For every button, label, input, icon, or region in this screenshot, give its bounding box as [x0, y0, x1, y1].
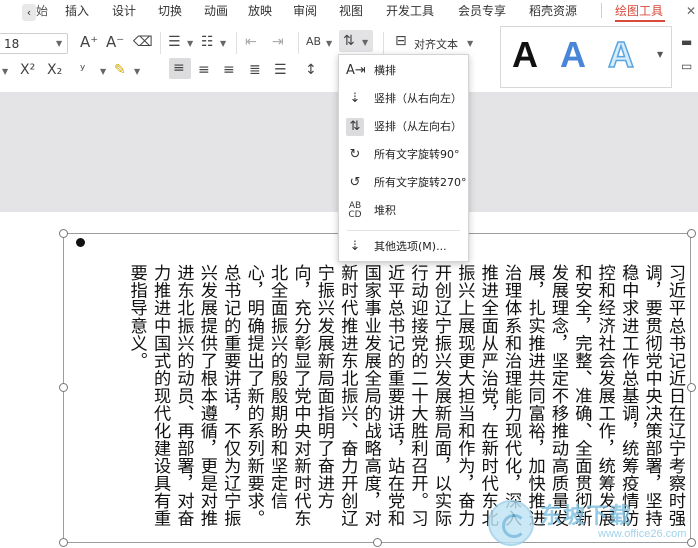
increase-indent-icon[interactable]: ⇥	[272, 34, 284, 50]
chevron-down-icon[interactable]: ▼	[187, 39, 193, 48]
text-direction-icon: ⇅	[343, 33, 355, 49]
resize-handle[interactable]	[687, 383, 696, 392]
menu-item-label: 堆积	[374, 204, 396, 217]
ribbon-divider	[236, 32, 237, 54]
more-options-icon: ⇣	[349, 239, 361, 254]
phonetic-guide-icon[interactable]: ʸ	[80, 62, 85, 78]
chevron-down-icon[interactable]: ▼	[2, 67, 8, 76]
numbered-list-icon[interactable]: ☷	[201, 34, 214, 50]
bullet-dot	[76, 238, 85, 247]
superscript-icon[interactable]: X²	[20, 62, 35, 78]
resize-handle[interactable]	[59, 538, 68, 547]
tab-view[interactable]: 视图	[339, 2, 363, 20]
tab-docer-resources[interactable]: 稻壳资源	[529, 2, 577, 20]
align-text-label[interactable]: 对齐文本	[414, 36, 458, 52]
ribbon-divider	[160, 32, 161, 54]
tab-transitions[interactable]: 切换	[158, 2, 182, 20]
resize-handle[interactable]	[59, 383, 68, 392]
text-outline-icon[interactable]: ▭	[681, 58, 692, 74]
horizontal-text-icon: A⇥	[346, 63, 366, 78]
watermark-url: www.office26.com	[598, 528, 687, 540]
menu-item-label: 其他选项(M)...	[374, 240, 447, 253]
ribbon-divider	[298, 32, 299, 54]
text-spacing-icon[interactable]: AB	[306, 34, 321, 50]
menu-item-stacked[interactable]: AB CD 堆积	[339, 197, 468, 225]
bullet-list-icon[interactable]: ☰	[168, 34, 181, 50]
resize-handle[interactable]	[687, 229, 696, 238]
watermark-logo-icon	[488, 500, 534, 546]
highlight-color-icon[interactable]: ✎	[114, 62, 126, 78]
decrease-indent-icon[interactable]: ⇤	[245, 34, 257, 50]
menu-item-label: 所有文字旋转270°	[374, 176, 467, 189]
text-style-sample-blue[interactable]: A	[560, 33, 586, 77]
menu-item-label: 竖排（从右向左）	[374, 92, 462, 105]
increase-font-size-icon[interactable]: A⁺	[80, 34, 98, 50]
tab-member[interactable]: 会员专享	[458, 2, 506, 20]
font-size-input[interactable]	[4, 35, 48, 53]
resize-handle[interactable]	[373, 538, 382, 547]
menu-item-horizontal[interactable]: A⇥ 横排	[339, 57, 468, 85]
chevron-down-icon[interactable]: ▼	[100, 67, 106, 76]
tab-review[interactable]: 审阅	[293, 2, 317, 20]
menu-item-rotate-270[interactable]: ↺ 所有文字旋转270°	[339, 169, 468, 197]
text-fill-icon[interactable]: ▬	[681, 34, 692, 50]
menu-item-rotate-90[interactable]: ↻ 所有文字旋转90°	[339, 141, 468, 169]
tab-animation[interactable]: 动画	[204, 2, 228, 20]
tab-design[interactable]: 设计	[112, 2, 136, 20]
text-style-sample-black[interactable]: A	[512, 33, 538, 77]
tab-divider	[601, 3, 602, 18]
rotate-90-text-icon: ↻	[349, 147, 361, 162]
align-center-icon[interactable]: ≡	[198, 62, 210, 78]
stacked-text-icon: AB CD	[348, 201, 362, 220]
tab-insert[interactable]: 插入	[65, 2, 89, 20]
tab-drawing-tools[interactable]: 绘图工具	[615, 2, 663, 20]
vertical-ltr-text-icon: ⇅	[346, 118, 364, 136]
line-spacing-icon[interactable]: ↕	[305, 62, 317, 78]
decrease-font-size-icon[interactable]: A⁻	[106, 34, 124, 50]
body-text: 习近平总书记近日在辽宁考察时强调，要贯彻党中央决策部署，坚持稳中求进工作总基调，…	[126, 264, 685, 528]
watermark-title: 东坡下载	[540, 504, 633, 529]
chevron-down-icon[interactable]: ▼	[56, 39, 62, 48]
menu-item-vertical-rtl[interactable]: ⇣ 竖排（从右向左）	[339, 85, 468, 113]
menu-item-label: 横排	[374, 64, 396, 77]
menu-divider	[347, 230, 460, 231]
clear-format-icon[interactable]: ⌫	[133, 34, 153, 50]
distribute-icon[interactable]: ☰	[274, 62, 287, 78]
align-left-button[interactable]: ≡	[169, 58, 191, 79]
align-left-icon: ≡	[173, 60, 185, 76]
tab-slideshow[interactable]: 放映	[248, 2, 272, 20]
tab-overflow-icon[interactable]: ✕	[686, 2, 696, 20]
font-size-combobox[interactable]: ▼	[0, 33, 68, 54]
watermark: 东坡下载 www.office26.com	[488, 494, 696, 548]
resize-handle[interactable]	[59, 229, 68, 238]
chevron-down-icon[interactable]: ▼	[134, 67, 140, 76]
gallery-more-icon[interactable]: ▼	[657, 50, 663, 59]
rotate-270-text-icon: ↺	[349, 175, 361, 190]
menu-item-vertical-ltr[interactable]: ⇅ 竖排（从左向右）	[339, 113, 468, 141]
chevron-down-icon[interactable]: ▼	[467, 39, 473, 48]
subscript-icon[interactable]: X₂	[47, 62, 62, 78]
vertical-rtl-text-icon: ⇣	[349, 91, 361, 106]
text-style-sample-outline[interactable]: A	[607, 33, 635, 77]
menu-item-label: 所有文字旋转90°	[374, 148, 460, 161]
text-style-gallery[interactable]: A A A	[500, 26, 672, 88]
align-right-icon[interactable]: ≡	[223, 62, 235, 78]
chevron-down-icon: ▼	[362, 38, 369, 47]
ribbon-divider	[383, 32, 384, 54]
justify-icon[interactable]: ≣	[249, 62, 261, 78]
menu-item-more-options[interactable]: ⇣ 其他选项(M)...	[339, 233, 468, 261]
ribbon-tab-bar: ‹ 始 插入 设计 切换 动画 放映 审阅 视图 开发工具 会员专享 稻壳资源 …	[0, 0, 698, 22]
text-direction-button[interactable]: ⇅ ▼	[339, 30, 373, 52]
tab-developer[interactable]: 开发工具	[386, 2, 434, 20]
chevron-down-icon[interactable]: ▼	[220, 39, 226, 48]
menu-item-label: 竖排（从左向右）	[374, 120, 462, 133]
chevron-down-icon[interactable]: ▼	[326, 39, 332, 48]
tab-scroll-left-icon[interactable]: ‹	[22, 4, 36, 21]
text-direction-menu: A⇥ 横排 ⇣ 竖排（从右向左） ⇅ 竖排（从左向右） ↻ 所有文字旋转90° …	[338, 54, 469, 262]
align-text-icon[interactable]: ⊟	[395, 33, 407, 49]
